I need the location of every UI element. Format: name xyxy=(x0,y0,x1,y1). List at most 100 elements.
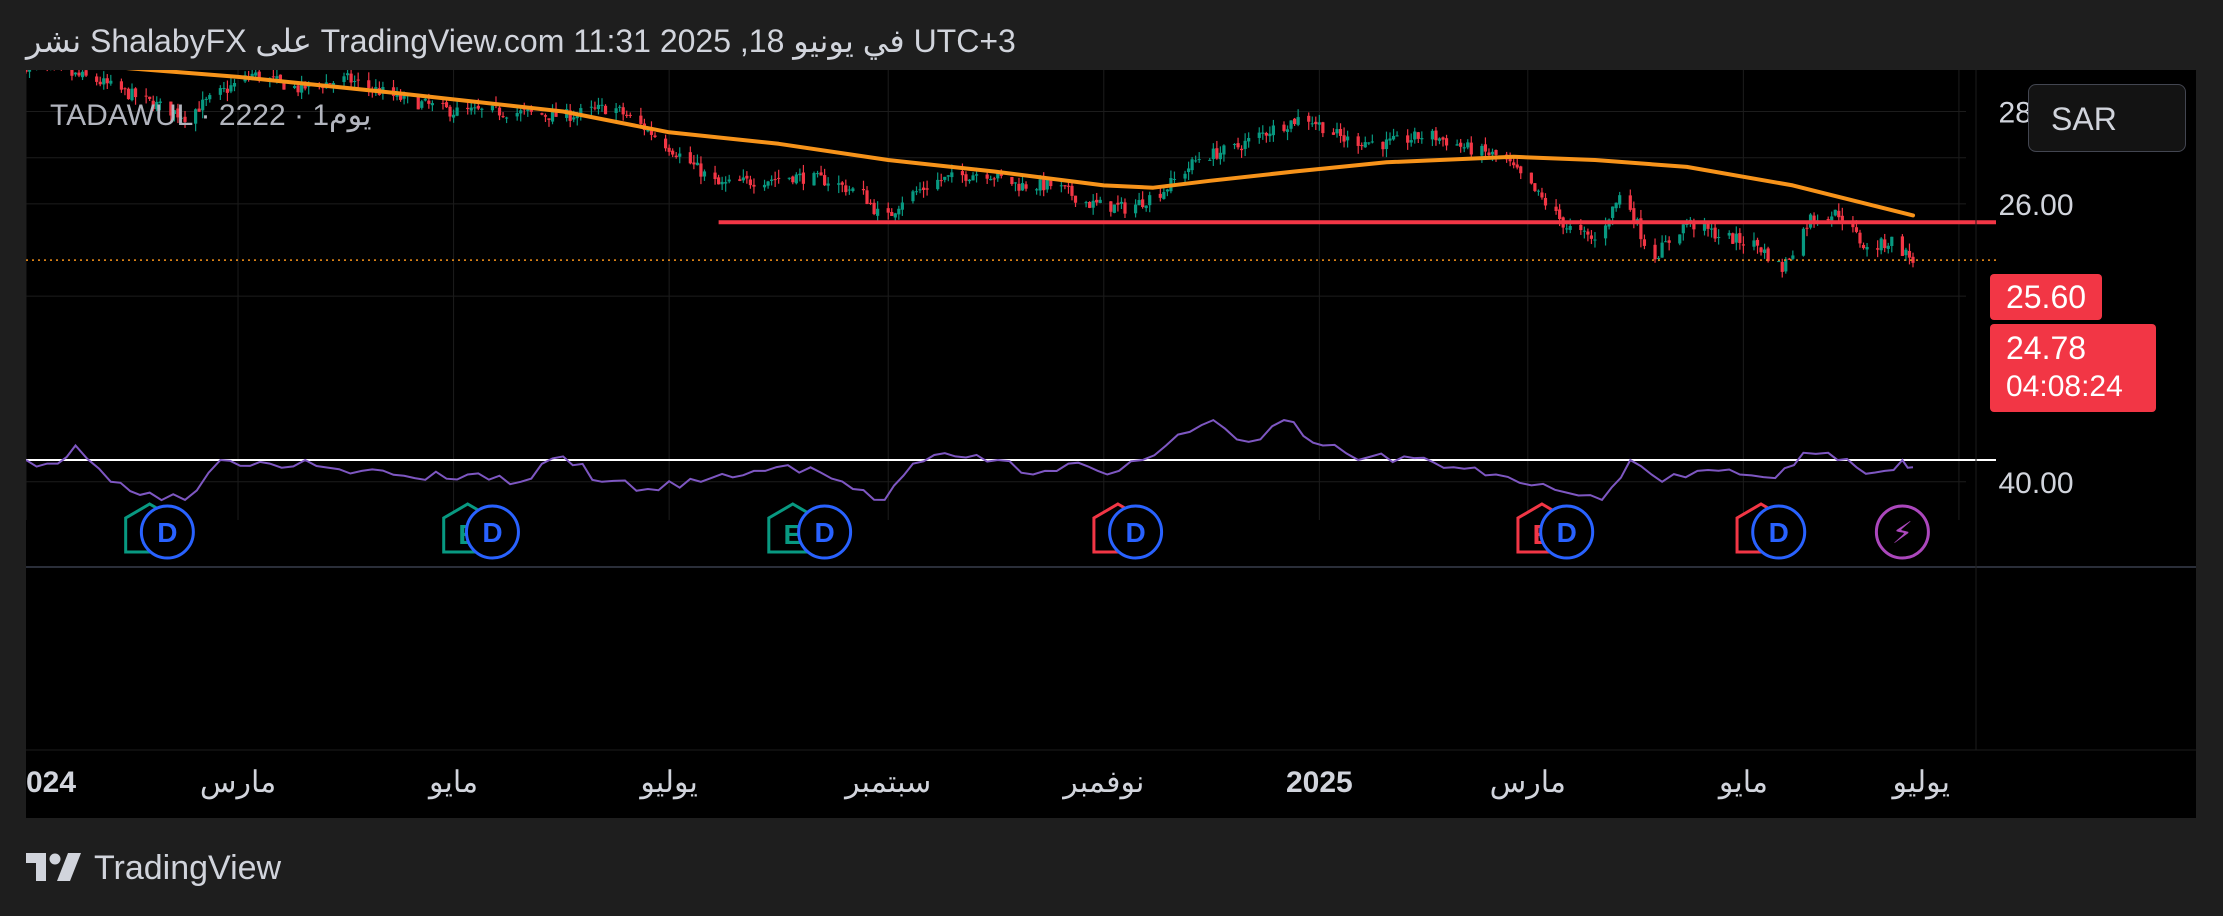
candle-body xyxy=(1088,202,1092,208)
tradingview-brand[interactable]: TradingView xyxy=(26,848,281,888)
candle-body xyxy=(1709,228,1714,230)
candle-body xyxy=(678,153,682,157)
candle-body xyxy=(420,101,424,108)
candle-body xyxy=(1314,121,1318,125)
dividend-event-marker: D xyxy=(464,504,520,560)
candle-body xyxy=(1020,183,1025,191)
candle-body xyxy=(1208,159,1212,161)
candle-body xyxy=(815,173,820,175)
candle-body xyxy=(1466,142,1470,148)
candle-body xyxy=(727,179,731,182)
candle-body xyxy=(589,106,593,108)
chart-panel[interactable]: EDEDEDEDEDED⚡ 024مارسمايويوليوسبتمبرنوفم… xyxy=(26,70,2196,818)
candle-body xyxy=(1232,144,1237,146)
candle-body xyxy=(356,79,360,81)
candle-body xyxy=(119,81,124,90)
tradingview-logo-icon xyxy=(26,853,81,881)
candle-body xyxy=(1133,204,1138,214)
candle-body xyxy=(1381,141,1385,150)
candle-body xyxy=(1257,132,1261,138)
candle-body xyxy=(1618,195,1622,205)
candle-body xyxy=(1162,192,1166,199)
candle-body xyxy=(1123,202,1127,214)
candle-body xyxy=(840,182,844,185)
candle-body xyxy=(1395,135,1399,137)
candle-body xyxy=(1780,262,1784,272)
candle-body xyxy=(1462,147,1466,149)
candle-body xyxy=(946,175,950,177)
candle-body xyxy=(1480,145,1484,156)
candle-body xyxy=(692,162,696,165)
horizontal-level-layer xyxy=(26,220,1996,261)
candle-body xyxy=(1833,209,1837,216)
candle-body xyxy=(1437,138,1442,141)
candle-body xyxy=(1632,208,1636,223)
candle-body xyxy=(1879,238,1883,251)
candle-body xyxy=(964,174,968,181)
candle-body xyxy=(918,189,922,191)
candle-body xyxy=(766,181,770,186)
candle-body xyxy=(1331,132,1336,135)
candle-body xyxy=(1137,199,1141,206)
chart-canvas[interactable]: EDEDEDEDEDED⚡ 024مارسمايويوليوسبتمبرنوفم… xyxy=(26,70,2196,818)
candle-body xyxy=(823,175,827,186)
candle-body xyxy=(773,179,777,181)
candle-body xyxy=(819,172,823,176)
candle-body xyxy=(353,80,357,82)
currency-button[interactable]: SAR xyxy=(2028,84,2186,152)
dividend-event-marker: D xyxy=(1539,504,1595,560)
candle-body xyxy=(900,202,904,210)
candle-body xyxy=(974,174,979,176)
candle-body xyxy=(1338,128,1343,136)
candle-body xyxy=(1190,159,1194,171)
candle-body xyxy=(105,78,109,84)
dividend-event-marker: D xyxy=(1751,504,1807,560)
candle-body xyxy=(971,175,975,181)
candle-body xyxy=(1413,131,1417,140)
candle-body xyxy=(1660,242,1664,258)
time-tick-label: يوليو xyxy=(638,766,698,800)
candle-body xyxy=(1812,215,1816,221)
dividend-badge-label: D xyxy=(814,517,834,548)
bar-countdown: 04:08:24 xyxy=(2006,370,2123,403)
candle-body xyxy=(989,179,993,181)
dividend-event-marker: D xyxy=(797,504,853,560)
candle-body xyxy=(1543,197,1548,206)
symbol-legend[interactable]: TADAWUL · يوم1 · 2222 xyxy=(50,98,371,133)
candle-body xyxy=(1762,249,1767,253)
candle-body xyxy=(890,212,894,216)
candle-body xyxy=(1165,189,1169,192)
time-tick-label: يوليو xyxy=(1890,766,1950,800)
dividend-badge-label: D xyxy=(1557,517,1577,548)
candle-body xyxy=(349,73,353,83)
candle-body xyxy=(1335,129,1339,134)
candle-body xyxy=(1119,201,1124,204)
candle-body xyxy=(80,71,85,78)
candle-body xyxy=(526,109,530,111)
candle-body xyxy=(621,107,625,115)
candle-body xyxy=(254,72,258,76)
candle-body xyxy=(713,172,717,180)
candle-body xyxy=(1384,139,1389,150)
candle-body xyxy=(490,105,495,111)
candle-body xyxy=(791,176,795,183)
candle-body xyxy=(992,178,996,180)
candle-body xyxy=(1430,130,1435,140)
candle-body xyxy=(1095,199,1099,203)
candle-body xyxy=(1010,176,1014,185)
candle-body xyxy=(345,73,350,76)
candle-body xyxy=(1801,228,1806,256)
candle-body xyxy=(1858,232,1862,244)
candle-body xyxy=(801,172,806,184)
dividend-badge-label: D xyxy=(482,517,502,548)
candle-body xyxy=(1568,225,1572,230)
candle-body xyxy=(1589,235,1594,239)
time-tick-label: 024 xyxy=(26,766,76,799)
candle-body xyxy=(1271,125,1275,136)
candle-body xyxy=(745,175,749,179)
candle-body xyxy=(1854,227,1859,232)
candle-body xyxy=(218,88,222,95)
candle-body xyxy=(1727,232,1731,236)
grid-layer xyxy=(26,70,1966,520)
candle-body xyxy=(1777,261,1781,263)
